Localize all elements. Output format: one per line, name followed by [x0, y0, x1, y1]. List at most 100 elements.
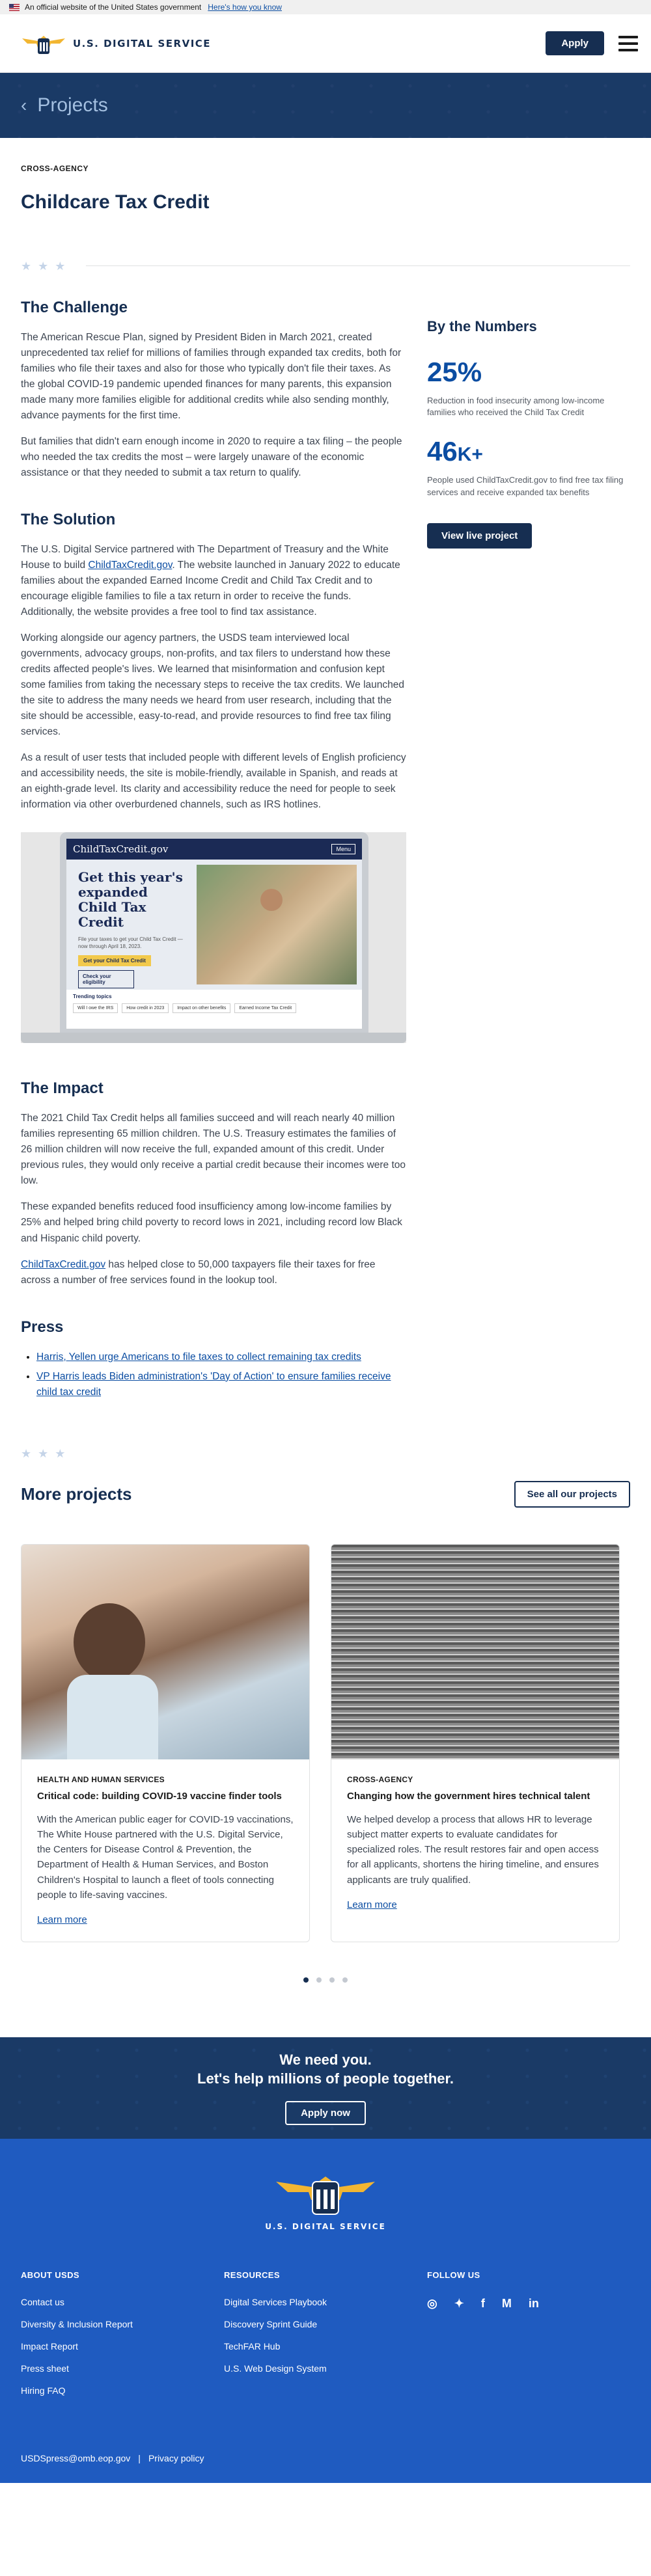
site-header: U.S. DIGITAL SERVICE Apply: [0, 14, 651, 73]
impact-paragraph: These expanded benefits reduced food ins…: [21, 1201, 402, 1244]
ss-chip: Earned Income Tax Credit: [234, 1003, 297, 1014]
footer-resources: RESOURCES Digital Services Playbook Disc…: [224, 2270, 427, 2407]
stars-icon: ★ ★ ★: [21, 1446, 66, 1460]
laptop-base: [21, 1033, 406, 1044]
solution-paragraph: Working alongside our agency partners, t…: [21, 632, 404, 738]
ss-headline: Get this year's expanded Child Tax Credi…: [78, 869, 183, 930]
ss-logo: ChildTaxCredit.gov: [73, 843, 169, 856]
footer-link[interactable]: Discovery Sprint Guide: [224, 2319, 427, 2329]
see-all-projects-button[interactable]: See all our projects: [514, 1480, 630, 1508]
ss-chip: Will I owe the IRS: [73, 1003, 118, 1014]
eagle-shield-icon: [276, 2176, 375, 2216]
footer-link[interactable]: Press sheet: [21, 2363, 224, 2374]
numbers-heading: By the Numbers: [427, 318, 537, 334]
eagle-shield-icon: [22, 35, 65, 54]
apply-button[interactable]: Apply: [546, 31, 604, 55]
cta-line: We need you.: [279, 2052, 372, 2068]
footer-separator: |: [138, 2453, 141, 2464]
footer-heading: RESOURCES: [224, 2270, 280, 2281]
impact-section: The Impact The 2021 Child Tax Credit hel…: [21, 1079, 406, 1288]
impact-heading: The Impact: [21, 1079, 104, 1098]
ss-family-photo: [197, 865, 357, 985]
press-link[interactable]: VP Harris leads Biden administration's '…: [36, 1371, 391, 1398]
stat-description: Reduction in food insecurity among low-i…: [427, 396, 605, 418]
carousel-dot[interactable]: [303, 1977, 309, 1983]
footer-logo[interactable]: U.S. DIGITAL SERVICE: [21, 2165, 630, 2231]
heres-how-you-know-link[interactable]: Here's how you know: [208, 3, 282, 12]
press-email-link[interactable]: USDSpress@omb.eop.gov: [21, 2453, 130, 2463]
card-title: Changing how the government hires techni…: [347, 1790, 590, 1802]
usds-logo[interactable]: U.S. DIGITAL SERVICE: [21, 29, 211, 58]
ss-chip: How credit in 2023: [122, 1003, 169, 1014]
card-text: We helped develop a process that allows …: [347, 1813, 599, 1886]
carousel-dot[interactable]: [316, 1977, 322, 1983]
footer-link[interactable]: U.S. Web Design System: [224, 2363, 427, 2374]
by-the-numbers: By the Numbers 25% Reduction in food ins…: [427, 299, 630, 1404]
solution-paragraph: As a result of user tests that included …: [21, 752, 406, 811]
gov-banner-text: An official website of the United States…: [25, 3, 202, 12]
press-heading: Press: [21, 1318, 64, 1336]
stat-value: 25%: [427, 357, 482, 387]
card-text: With the American public eager for COVID…: [37, 1813, 294, 1901]
footer-link[interactable]: Impact Report: [21, 2341, 224, 2352]
instagram-icon[interactable]: ◎: [427, 2297, 437, 2311]
project-card[interactable]: HEALTH AND HUMAN SERVICES Critical code:…: [21, 1543, 310, 1943]
apply-now-button[interactable]: Apply now: [285, 2101, 366, 2126]
hero-title[interactable]: Projects: [37, 94, 107, 116]
projects-hero: ‹ Projects: [0, 73, 651, 138]
carousel-dot[interactable]: [342, 1977, 348, 1983]
linkedin-icon[interactable]: in: [529, 2297, 539, 2311]
card-tag: CROSS-AGENCY: [347, 1774, 413, 1784]
press-link[interactable]: Harris, Yellen urge Americans to file ta…: [36, 1351, 361, 1363]
footer-follow: FOLLOW US ◎ ✦ f M in: [427, 2270, 630, 2407]
learn-more-link[interactable]: Learn more: [347, 1899, 397, 1910]
cta-line: Let's help millions of people together.: [197, 2070, 454, 2087]
project-tag: CROSS-AGENCY: [21, 164, 89, 173]
ss-button: Check your eligibility: [78, 970, 134, 989]
us-flag-icon: [9, 3, 20, 11]
logo-text: U.S. DIGITAL SERVICE: [73, 37, 212, 49]
stat-value: 46K+: [427, 436, 483, 467]
ss-menu: Menu: [331, 844, 355, 855]
footer-link[interactable]: Diversity & Inclusion Report: [21, 2319, 224, 2329]
learn-more-link[interactable]: Learn more: [37, 1914, 87, 1925]
gov-banner: An official website of the United States…: [0, 0, 651, 14]
ss-trending: Trending topics: [73, 994, 112, 1000]
project-card[interactable]: CROSS-AGENCY Changing how the government…: [331, 1543, 620, 1943]
privacy-policy-link[interactable]: Privacy policy: [148, 2453, 204, 2463]
main-content: CROSS-AGENCY Childcare Tax Credit ★ ★ ★ Th…: [0, 164, 651, 1983]
view-live-project-button[interactable]: View live project: [427, 522, 533, 549]
ss-small-text: File your taxes to get your Child Tax Cr…: [78, 936, 183, 949]
childtaxcredit-link[interactable]: ChildTaxCredit.gov: [88, 560, 172, 571]
laptop-frame: ChildTaxCredit.gov Menu Get this year's …: [60, 832, 368, 1036]
medium-icon[interactable]: M: [502, 2297, 512, 2311]
footer-link[interactable]: Hiring FAQ: [21, 2385, 224, 2396]
childtaxcredit-link[interactable]: ChildTaxCredit.gov: [21, 1259, 105, 1270]
twitter-icon[interactable]: ✦: [454, 2297, 464, 2311]
impact-paragraph: The 2021 Child Tax Credit helps all fami…: [21, 1113, 406, 1187]
chevron-left-icon[interactable]: ‹: [21, 95, 27, 116]
footer-heading: ABOUT USDS: [21, 2270, 79, 2281]
carousel-dots: [21, 1977, 630, 1983]
carousel-dot[interactable]: [329, 1977, 335, 1983]
site-footer: U.S. DIGITAL SERVICE ABOUT USDS Contact …: [0, 2139, 651, 2484]
challenge-paragraph: But families that didn't earn enough inc…: [21, 436, 402, 479]
menu-icon[interactable]: [618, 35, 638, 51]
hiring-photo: [331, 1544, 619, 1759]
footer-about: ABOUT USDS Contact us Diversity & Inclus…: [21, 2270, 224, 2407]
footer-link[interactable]: Digital Services Playbook: [224, 2297, 427, 2307]
join-cta: We need you. Let's help millions of peop…: [0, 2037, 651, 2139]
press-section: Press Harris, Yellen urge Americans to f…: [21, 1318, 406, 1400]
stat-description: People used ChildTaxCredit.gov to find f…: [427, 475, 624, 497]
more-projects: More projects See all our projects HEALT…: [21, 1480, 630, 1983]
solution-heading: The Solution: [21, 511, 116, 529]
ss-chip: Impact on other benefits: [173, 1003, 231, 1014]
challenge-section: The Challenge The American Rescue Plan, …: [21, 299, 406, 481]
footer-link[interactable]: Contact us: [21, 2297, 224, 2307]
vaccine-photo: [21, 1544, 309, 1759]
footer-link[interactable]: TechFAR Hub: [224, 2341, 427, 2352]
solution-section: The Solution The U.S. Digital Service pa…: [21, 511, 406, 813]
card-tag: HEALTH AND HUMAN SERVICES: [37, 1774, 165, 1784]
facebook-icon[interactable]: f: [481, 2297, 485, 2311]
press-item: Harris, Yellen urge Americans to file ta…: [36, 1349, 406, 1365]
